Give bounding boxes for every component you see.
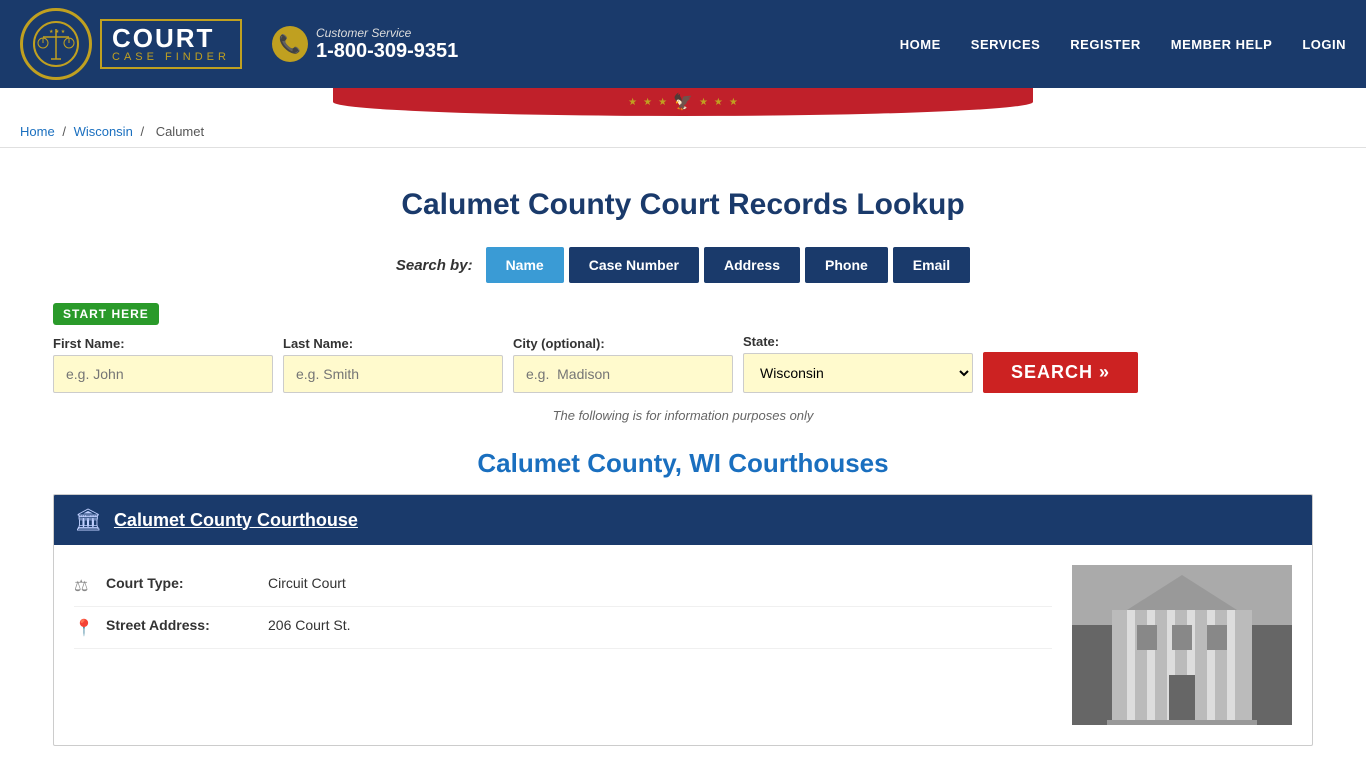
breadcrumb-state[interactable]: Wisconsin [74, 124, 133, 139]
breadcrumb-county: Calumet [156, 124, 204, 139]
courthouses-title: Calumet County, WI Courthouses [53, 448, 1313, 479]
court-type-label: Court Type: [106, 575, 256, 591]
courthouse-name-link[interactable]: Calumet County Courthouse [114, 510, 358, 531]
main-content: Calumet County Court Records Lookup Sear… [33, 148, 1333, 766]
last-name-input[interactable] [283, 355, 503, 393]
search-button[interactable]: SEARCH » [983, 352, 1138, 393]
first-name-input[interactable] [53, 355, 273, 393]
address-label: Street Address: [106, 617, 256, 633]
nav-home[interactable]: HOME [900, 37, 941, 52]
city-label: City (optional): [513, 336, 733, 351]
address-row: 📍 Street Address: 206 Court St. [74, 607, 1052, 649]
state-select[interactable]: Wisconsin Alabama Alaska Arizona Califor… [743, 353, 973, 393]
courthouse-header: 🏛 Calumet County Courthouse [54, 495, 1312, 545]
search-form: First Name: Last Name: City (optional): … [53, 333, 1313, 393]
address-value: 206 Court St. [268, 617, 351, 633]
nav-register[interactable]: REGISTER [1070, 37, 1140, 52]
court-type-row: ⚖ Court Type: Circuit Court [74, 565, 1052, 607]
start-here-badge: START HERE [53, 303, 1313, 333]
logo-court-text: COURT [112, 25, 230, 51]
logo-area: ★ ★ ★ COURT CASE FINDER [20, 8, 242, 80]
phone-icon: 📞 [272, 26, 308, 62]
search-tabs-row: Search by: Name Case Number Address Phon… [53, 247, 1313, 283]
svg-text:★ ★ ★: ★ ★ ★ [49, 29, 66, 35]
tab-name[interactable]: Name [486, 247, 564, 283]
courthouse-icon: 🏛 [74, 507, 102, 533]
location-icon: 📍 [74, 618, 94, 638]
nav-services[interactable]: SERVICES [971, 37, 1041, 52]
main-nav: HOME SERVICES REGISTER MEMBER HELP LOGIN [900, 37, 1346, 52]
city-group: City (optional): [513, 336, 733, 393]
site-header: ★ ★ ★ COURT CASE FINDER 📞 Customer Servi… [0, 0, 1366, 88]
phone-number: 1-800-309-9351 [316, 40, 458, 63]
last-name-group: Last Name: [283, 336, 503, 393]
tab-case-number[interactable]: Case Number [569, 247, 699, 283]
eagle-ribbon: ★ ★ ★ 🦅 ★ ★ ★ [0, 88, 1366, 116]
first-name-label: First Name: [53, 336, 273, 351]
tab-address[interactable]: Address [704, 247, 800, 283]
courthouse-body: ⚖ Court Type: Circuit Court 📍 Street Add… [54, 545, 1312, 745]
logo-text: COURT CASE FINDER [100, 19, 242, 69]
courthouse-details: ⚖ Court Type: Circuit Court 📍 Street Add… [74, 565, 1052, 725]
search-btn-group: SEARCH » [983, 333, 1138, 393]
search-by-label: Search by: [396, 257, 473, 274]
state-group: State: Wisconsin Alabama Alaska Arizona … [743, 334, 973, 393]
nav-member-help[interactable]: MEMBER HELP [1171, 37, 1273, 52]
info-text: The following is for information purpose… [53, 408, 1313, 423]
tab-email[interactable]: Email [893, 247, 970, 283]
state-label: State: [743, 334, 973, 349]
customer-service-label: Customer Service [316, 26, 458, 40]
breadcrumb-sep2: / [140, 124, 144, 139]
start-here-text: START HERE [53, 303, 159, 325]
courthouse-card: 🏛 Calumet County Courthouse ⚖ Court Type… [53, 494, 1313, 746]
customer-service-area: 📞 Customer Service 1-800-309-9351 [272, 26, 458, 63]
nav-login[interactable]: LOGIN [1302, 37, 1346, 52]
last-name-label: Last Name: [283, 336, 503, 351]
court-type-value: Circuit Court [268, 575, 346, 591]
city-input[interactable] [513, 355, 733, 393]
page-title: Calumet County Court Records Lookup [53, 188, 1313, 222]
courthouse-image [1072, 565, 1292, 725]
logo-case-finder-text: CASE FINDER [112, 51, 230, 63]
logo-icon: ★ ★ ★ [20, 8, 92, 80]
gavel-icon: ⚖ [74, 576, 94, 596]
breadcrumb-sep1: / [62, 124, 66, 139]
search-btn-spacer [983, 333, 1138, 348]
breadcrumb-home[interactable]: Home [20, 124, 55, 139]
tab-phone[interactable]: Phone [805, 247, 888, 283]
breadcrumb: Home / Wisconsin / Calumet [0, 116, 1366, 148]
first-name-group: First Name: [53, 336, 273, 393]
